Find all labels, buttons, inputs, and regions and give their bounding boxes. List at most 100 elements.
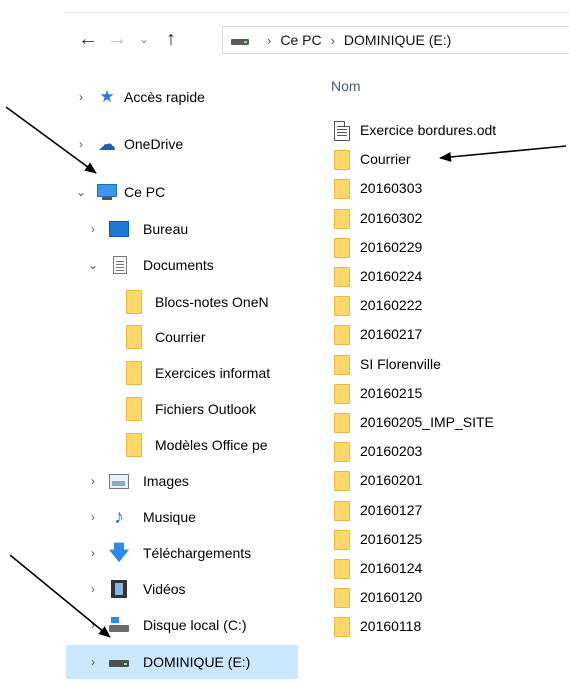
file-name: Courrier <box>360 151 411 167</box>
file-name: 20160118 <box>360 618 422 634</box>
file-name: 20160222 <box>360 297 423 313</box>
nav-item-this-pc[interactable]: ⌄ Ce PC <box>0 175 298 209</box>
file-name: 20160203 <box>360 443 423 459</box>
folder-icon <box>334 471 350 491</box>
computer-icon <box>97 183 117 201</box>
expand-chevron-icon[interactable]: › <box>86 618 100 632</box>
nav-item-onedrive[interactable]: › ☁ OneDrive <box>0 127 298 161</box>
file-name: 20160127 <box>360 502 423 518</box>
file-name: 20160124 <box>360 560 423 576</box>
folder-icon <box>124 397 144 421</box>
back-arrow-icon[interactable]: ← <box>74 22 102 56</box>
file-name: 20160215 <box>360 385 423 401</box>
folder-icon <box>334 150 350 170</box>
folder-icon <box>124 290 144 314</box>
forward-arrow-icon[interactable]: → <box>104 22 130 56</box>
address-bar[interactable]: › Ce PC › DOMINIQUE (E:) <box>222 26 569 54</box>
up-arrow-icon[interactable]: ↑ <box>158 22 184 56</box>
nav-item-modeles-office[interactable]: Modèles Office pe <box>0 428 298 462</box>
nav-item-courrier[interactable]: Courrier <box>0 320 298 354</box>
folder-icon <box>124 325 144 349</box>
nav-item-exercices[interactable]: Exercices informat <box>0 356 298 390</box>
file-name: 20160120 <box>360 589 423 605</box>
nav-label-folder: Courrier <box>155 329 206 345</box>
nav-label-documents: Documents <box>143 257 214 273</box>
nav-item-musique[interactable]: › ♪ Musique <box>0 500 298 534</box>
file-name: 20160224 <box>360 268 423 284</box>
nav-item-fichiers-outlook[interactable]: Fichiers Outlook <box>0 392 298 426</box>
file-row[interactable]: 20160303 <box>330 172 569 206</box>
nav-label-folder: Fichiers Outlook <box>155 401 257 417</box>
folder-icon <box>334 296 350 316</box>
folder-icon <box>334 588 350 608</box>
expand-chevron-icon[interactable]: › <box>86 546 100 560</box>
file-name: Exercice bordures.odt <box>360 122 497 138</box>
expand-chevron-icon[interactable]: › <box>86 582 100 596</box>
file-name: 20160303 <box>360 180 423 196</box>
column-header-name[interactable]: Nom <box>331 78 361 94</box>
music-note-icon: ♪ <box>114 506 124 528</box>
nav-label-videos: Vidéos <box>143 581 186 597</box>
navigation-pane: › ★ Accès rapide › ☁ OneDrive ⌄ Ce PC › … <box>0 78 298 691</box>
file-name: SI Florenville <box>360 356 441 372</box>
expand-chevron-icon[interactable]: › <box>86 655 100 669</box>
folder-icon <box>334 559 350 579</box>
nav-item-documents[interactable]: ⌄ Documents <box>0 248 298 282</box>
file-row[interactable]: 20160118 <box>330 610 569 644</box>
removable-drive-icon <box>109 653 129 671</box>
breadcrumb-this-pc[interactable]: Ce PC <box>280 32 321 48</box>
odt-document-icon <box>334 121 350 141</box>
folder-icon <box>124 361 144 385</box>
file-name: 20160229 <box>360 239 423 255</box>
desktop-icon <box>109 220 129 238</box>
collapse-chevron-icon[interactable]: ⌄ <box>74 185 88 199</box>
nav-label-onedrive: OneDrive <box>124 136 184 152</box>
file-name: 20160302 <box>360 210 423 226</box>
drive-icon <box>231 35 249 45</box>
folder-icon <box>334 413 350 433</box>
nav-item-blocs-notes[interactable]: Blocs-notes OneN <box>0 285 298 319</box>
nav-item-images[interactable]: › Images <box>0 464 298 498</box>
nav-label-folder: Blocs-notes OneN <box>155 294 269 310</box>
film-icon <box>109 580 129 598</box>
nav-label-telechargements: Téléchargements <box>143 545 252 561</box>
nav-item-dominique[interactable]: › DOMINIQUE (E:) <box>66 645 298 679</box>
expand-chevron-icon[interactable]: › <box>86 474 100 488</box>
folder-icon <box>334 209 350 229</box>
folder-icon <box>334 238 350 258</box>
documents-icon <box>110 256 130 274</box>
hard-disk-icon <box>109 616 129 634</box>
breadcrumb-dominique[interactable]: DOMINIQUE (E:) <box>344 32 451 48</box>
nav-item-quick-access[interactable]: › ★ Accès rapide <box>0 80 298 114</box>
nav-label-folder: Modèles Office pe <box>155 437 268 453</box>
nav-item-telechargements[interactable]: › 🡇 Téléchargements <box>0 536 298 570</box>
nav-item-disque-local[interactable]: › Disque local (C:) <box>0 608 298 642</box>
nav-label-images: Images <box>143 473 189 489</box>
breadcrumb-separator-icon[interactable]: › <box>331 33 335 48</box>
window-top-divider <box>64 12 569 13</box>
nav-label-musique: Musique <box>143 509 196 525</box>
expand-chevron-icon[interactable]: › <box>74 137 88 151</box>
pictures-icon <box>109 472 129 490</box>
star-icon: ★ <box>99 87 115 106</box>
folder-icon <box>334 530 350 550</box>
file-name: 20160217 <box>360 326 423 342</box>
file-row[interactable]: 20160217 <box>330 318 569 352</box>
folder-icon <box>334 179 350 199</box>
expand-chevron-icon[interactable]: › <box>86 222 100 236</box>
expand-chevron-icon[interactable]: › <box>86 510 100 524</box>
navigation-bar: ← → ⌄ ↑ › Ce PC › DOMINIQUE (E:) <box>0 22 569 56</box>
expand-chevron-icon[interactable]: › <box>74 90 88 104</box>
collapse-chevron-icon[interactable]: ⌄ <box>86 258 100 272</box>
nav-label-folder: Exercices informat <box>155 365 271 381</box>
nav-label-this-pc: Ce PC <box>124 184 166 200</box>
recent-locations-chevron-icon[interactable]: ⌄ <box>135 22 153 56</box>
nav-item-bureau[interactable]: › Bureau <box>0 212 298 246</box>
nav-item-videos[interactable]: › Vidéos <box>0 572 298 606</box>
folder-icon <box>334 501 350 521</box>
folder-icon <box>334 384 350 404</box>
file-row[interactable]: 20160201 <box>330 464 569 498</box>
breadcrumb-separator-icon[interactable]: › <box>267 33 271 48</box>
folder-icon <box>334 442 350 462</box>
file-name: 20160201 <box>360 472 423 488</box>
